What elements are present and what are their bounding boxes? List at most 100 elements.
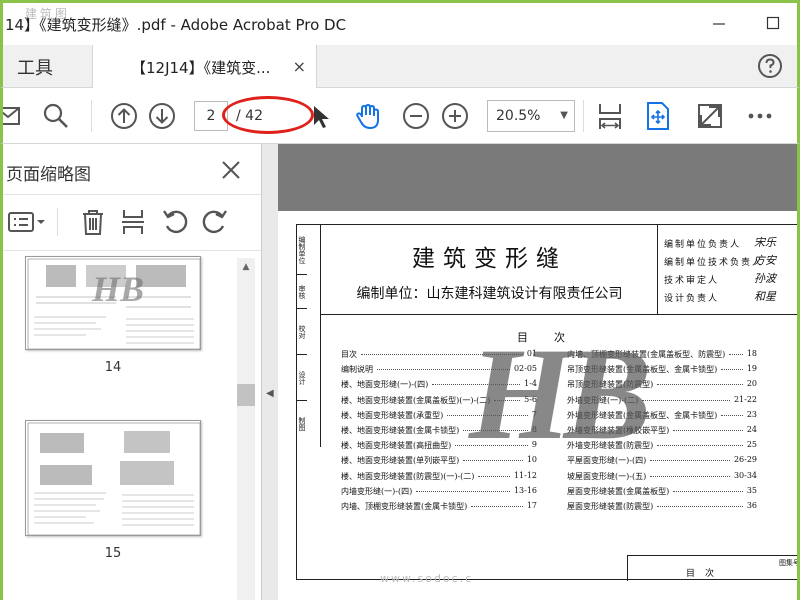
toc-entry-page: 13-16 [513, 485, 537, 495]
maximize-button[interactable] [761, 11, 785, 35]
toc-entry: 内墙、顶棚变形缝装置(金属卡锁型) 17 [341, 501, 537, 516]
toc-leader [721, 414, 743, 416]
page-up-icon[interactable] [109, 101, 139, 131]
toc-leader [673, 429, 743, 431]
toc-entry-label: 楼、地面变形缝(一)-(四) [341, 380, 429, 390]
tab-tools[interactable]: 工具 [3, 45, 93, 88]
zoom-in-icon[interactable] [440, 101, 470, 131]
fit-width-icon[interactable] [595, 101, 625, 131]
help-icon[interactable] [757, 53, 783, 79]
annotation-oval [222, 96, 314, 134]
hb-watermark: HB [469, 320, 652, 467]
toc-entry-label: 目次 [341, 350, 357, 359]
document-page: 编制单位 审核 校对 设计 制图 建筑变形缝 编制单位：山东建科建筑设计有限责任… [278, 211, 797, 600]
close-tab-icon[interactable]: × [293, 57, 306, 76]
trash-icon[interactable] [79, 208, 107, 236]
minimize-button[interactable] [707, 11, 731, 35]
thumbnail-page-14[interactable]: HB [25, 256, 201, 350]
toc-entry-page: 11-12 [513, 470, 537, 480]
panel-divider [3, 194, 261, 195]
toc-entry-label: 楼、地面变形缝装置(承重型) [341, 410, 444, 420]
toc-entry-page: 24 [746, 424, 757, 434]
toc-leader [478, 475, 510, 477]
toc-leader [416, 490, 510, 492]
toc-entry-page: 18 [746, 349, 757, 358]
mail-icon[interactable] [3, 101, 33, 131]
toc-entry-label: 屋面变形缝装置(防震型) [567, 501, 654, 511]
thumbnail-page-15[interactable] [25, 420, 201, 536]
collapse-panel-icon[interactable]: ◀ [266, 388, 274, 399]
toc-leader [657, 384, 743, 386]
toolbar-divider [91, 100, 92, 132]
toc-leader [673, 490, 743, 492]
signoff-block: 编制单位负责人 宋乐 编制单位技术负责人 方安 技术审定人 孙波 设计负责人 和… [658, 225, 797, 315]
thumbnail-label-15: 15 [104, 546, 122, 561]
author-line: 编制单位：山东建科建筑设计有限责任公司 [356, 286, 623, 302]
zoom-select[interactable]: 20.5% ▼ [487, 100, 575, 132]
options-menu-icon[interactable] [7, 208, 47, 236]
toc-entry-page: 26-29 [733, 455, 757, 465]
toc-entry-label: 坡屋面变形缝(一)-(五) [567, 471, 647, 481]
zoom-value: 20.5% [496, 108, 541, 124]
panel-toolbar-divider [57, 208, 58, 236]
title-block: 目次 图集号 [627, 555, 797, 581]
cover-header: 建筑变形缝 编制单位：山东建科建筑设计有限责任公司 [321, 225, 658, 315]
toc-leader [650, 475, 730, 477]
zoom-out-icon[interactable] [401, 101, 431, 131]
more-icon[interactable] [745, 101, 775, 131]
scroll-up-icon[interactable]: ▲ [237, 258, 255, 276]
toc-entry: 楼、地面变形缝装置(防震型)(一)-(二) 11-12 [341, 471, 537, 486]
toc-entry-label: 楼、地面变形缝装置(防震型)(一)-(二) [341, 471, 475, 481]
title-bar: 14】《建筑变形缝》.pdf - Adobe Acrobat Pro DC 建筑… [0, 0, 800, 45]
toc-leader [721, 369, 743, 371]
search-icon[interactable] [41, 101, 71, 131]
svg-text:HB: HB [91, 269, 144, 309]
thumbnails-scrollbar[interactable]: ▲ [237, 258, 255, 600]
scroll-thumb[interactable] [237, 384, 255, 406]
close-panel-icon[interactable] [219, 158, 243, 182]
toc-entry-label: 楼、地面变形缝装置(金属卡锁型) [341, 425, 460, 435]
panel-title: 页面缩略图 [6, 165, 91, 185]
document-viewport[interactable]: 编制单位 审核 校对 设计 制图 建筑变形缝 编制单位：山东建科建筑设计有限责任… [278, 144, 800, 600]
tab-document-label: 【12J14】《建筑变... [131, 58, 271, 77]
tab-document[interactable]: 【12J14】《建筑变... × [93, 45, 317, 89]
rotate-left-icon[interactable] [161, 208, 189, 236]
approval-strip: 编制单位 审核 校对 设计 制图 [297, 225, 321, 447]
logo-watermark: 建筑图 [25, 7, 71, 21]
minimize-icon [713, 23, 725, 25]
read-mode-icon[interactable] [695, 101, 725, 131]
toc-entry-page: 21-22 [733, 394, 757, 404]
toc-entry: 屋面变形缝装置(防震型) 36 [567, 501, 757, 516]
toc-leader [657, 505, 743, 507]
insert-page-icon[interactable] [119, 208, 147, 236]
toc-leader [642, 399, 730, 401]
toc-entry-label: 内墙、顶棚变形缝装置(金属卡锁型) [341, 501, 468, 511]
page-down-icon[interactable] [147, 101, 177, 131]
toc-leader [729, 354, 743, 355]
tab-bar: 工具 【12J14】《建筑变... × [0, 45, 800, 89]
hand-icon[interactable] [353, 101, 383, 131]
toc-entry: 坡屋面变形缝(一)-(五) 30-34 [567, 471, 757, 486]
page-14-preview: HB [27, 258, 200, 349]
toolbar-divider [583, 100, 584, 132]
main-toolbar [0, 88, 800, 144]
toc-entry-page: 30-34 [733, 470, 757, 480]
full-screen-icon[interactable] [643, 101, 673, 131]
toc-leader [471, 505, 523, 507]
drawing-frame: 编制单位 审核 校对 设计 制图 建筑变形缝 编制单位：山东建科建筑设计有限责任… [296, 224, 797, 581]
toc-entry-label: 编制说明 [341, 365, 373, 375]
toc-leader [650, 460, 730, 462]
toc-leader [657, 445, 743, 447]
toc-entry-page: 35 [746, 485, 757, 495]
panel-splitter[interactable]: ◀ [262, 144, 278, 600]
rotate-right-icon[interactable] [201, 208, 229, 236]
toc-entry-page: 20 [746, 379, 757, 389]
site-watermark: www.sodoc.c [380, 572, 474, 585]
panel-divider [3, 250, 261, 251]
toc-entry-page: 17 [526, 500, 537, 510]
toc-entry-page: 25 [746, 440, 757, 450]
panel-toolbar [3, 202, 261, 242]
toc-entry-page: 23 [746, 409, 757, 419]
toc-entry-label: 楼、地面变形缝装置(单列嵌平型) [341, 456, 460, 466]
maximize-icon [766, 16, 780, 30]
